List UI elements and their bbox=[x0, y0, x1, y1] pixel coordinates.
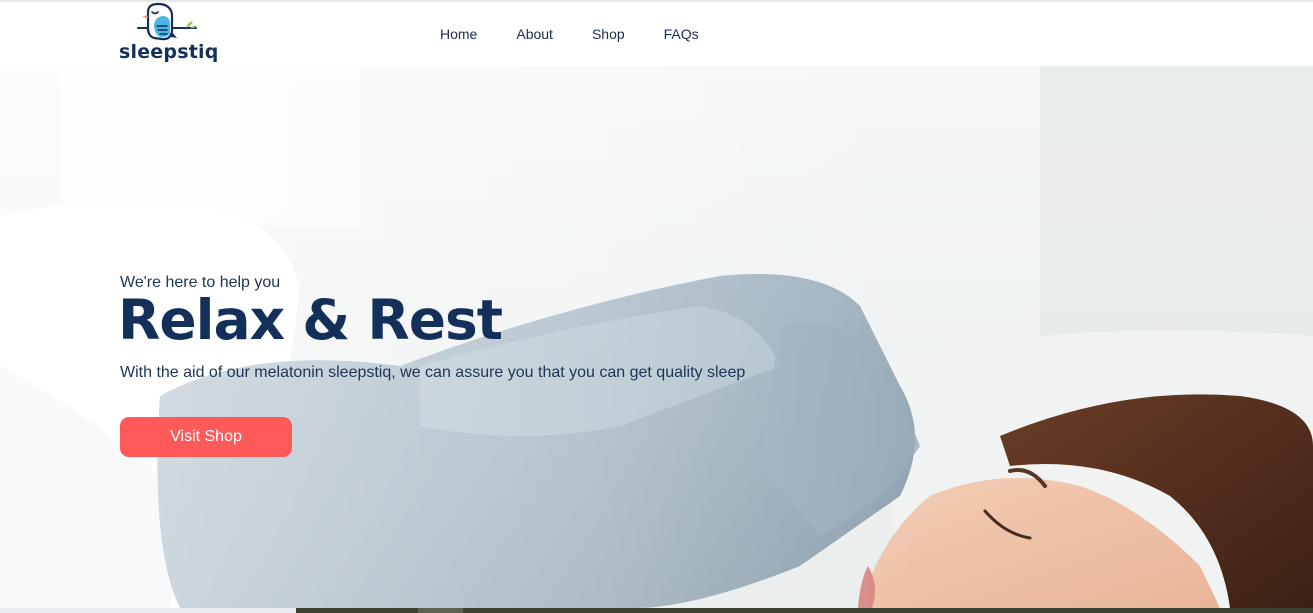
bird-logo-icon bbox=[137, 2, 197, 41]
visit-shop-button[interactable]: Visit Shop bbox=[120, 417, 292, 457]
navbar: sleepstiq Home About Shop FAQs bbox=[0, 2, 1313, 66]
nav-faqs-link[interactable]: FAQs bbox=[664, 26, 699, 42]
logo[interactable]: sleepstiq bbox=[118, 2, 218, 66]
page: sleepstiq Home About Shop FAQs We're her… bbox=[0, 0, 1313, 613]
bottom-strip bbox=[0, 608, 1313, 613]
nav-home-link[interactable]: Home bbox=[440, 26, 477, 42]
hero-subtext: With the aid of our melatonin sleepstiq,… bbox=[120, 364, 746, 381]
nav-about-link[interactable]: About bbox=[516, 26, 553, 42]
nav-shop-link[interactable]: Shop bbox=[592, 26, 625, 42]
hero-headline: Relax & Rest bbox=[118, 288, 503, 352]
hero-section: We're here to help you Relax & Rest With… bbox=[0, 66, 1313, 608]
bottom-strip-mid-segment bbox=[418, 608, 463, 613]
main-nav: Home About Shop FAQs bbox=[440, 26, 738, 42]
logo-wordmark: sleepstiq bbox=[119, 41, 219, 63]
bottom-strip-light-segment bbox=[0, 608, 296, 613]
